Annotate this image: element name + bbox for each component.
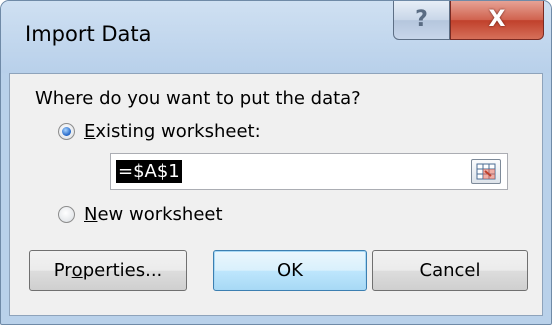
cell-reference-input[interactable]: =$A$1 <box>110 153 508 190</box>
close-button[interactable]: X <box>450 1 544 40</box>
existing-worksheet-radio[interactable] <box>58 123 75 140</box>
range-select-icon <box>476 163 496 180</box>
new-worksheet-option[interactable]: New worksheet <box>58 204 223 225</box>
new-worksheet-label[interactable]: New worksheet <box>84 204 223 225</box>
existing-worksheet-label[interactable]: Existing worksheet: <box>84 121 261 142</box>
import-data-dialog: Import Data ? X Where do you want to put… <box>0 0 552 325</box>
radio-selected-dot <box>62 127 71 136</box>
new-worksheet-radio[interactable] <box>58 206 75 223</box>
properties-button[interactable]: Pr o perties... <box>29 250 187 291</box>
existing-worksheet-option[interactable]: Existing worksheet: <box>58 121 261 142</box>
cancel-button[interactable]: Cancel <box>372 250 528 291</box>
collapse-dialog-button[interactable] <box>471 159 501 184</box>
cell-reference-value[interactable]: =$A$1 <box>116 160 182 183</box>
help-button[interactable]: ? <box>393 1 450 40</box>
help-icon: ? <box>415 7 428 32</box>
title-bar[interactable]: Import Data ? X <box>1 1 551 73</box>
destination-prompt: Where do you want to put the data? <box>35 88 361 109</box>
close-icon: X <box>488 7 506 32</box>
dialog-title: Import Data <box>25 22 152 46</box>
ok-button[interactable]: OK <box>213 250 367 291</box>
dialog-body: Where do you want to put the data? Exist… <box>9 73 543 316</box>
